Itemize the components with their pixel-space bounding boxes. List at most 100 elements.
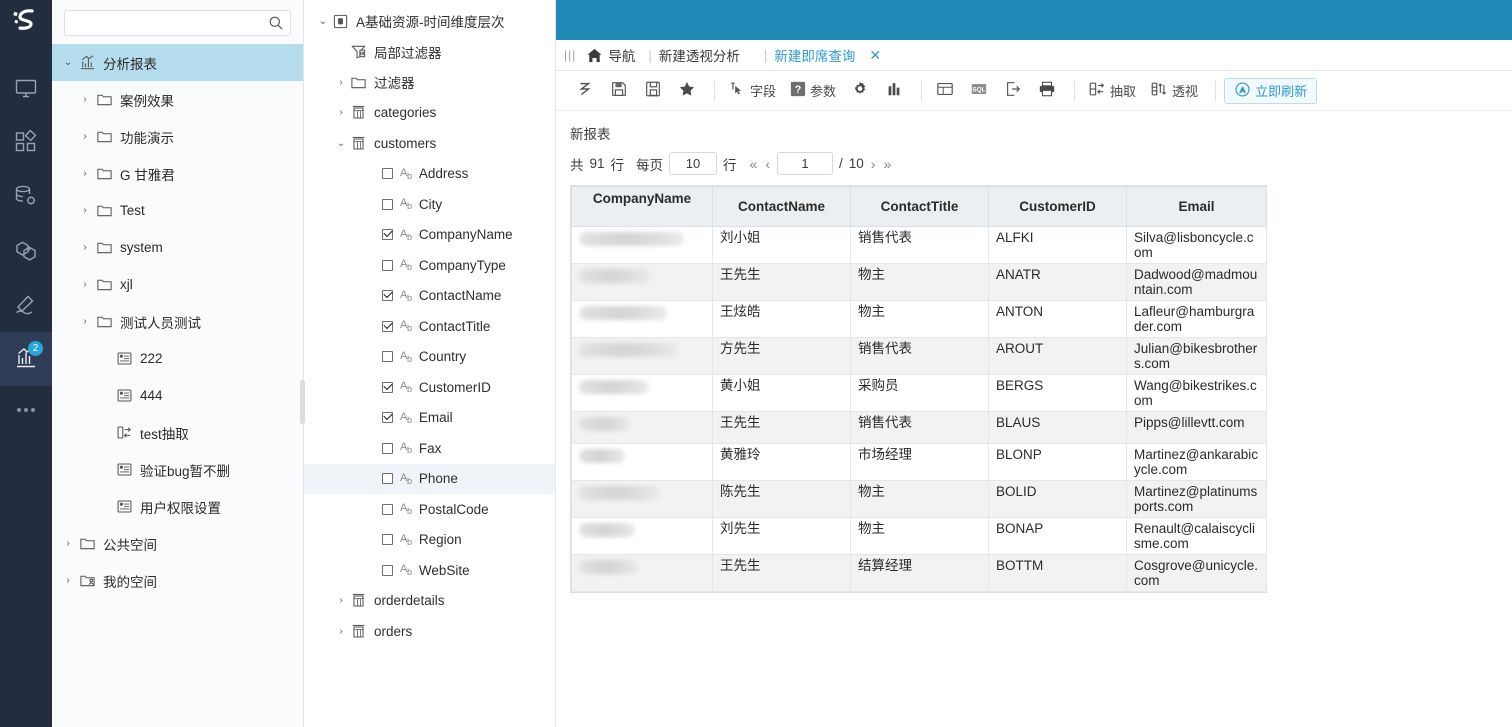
sidebar-item-tools[interactable] <box>0 278 52 332</box>
field-tree-item[interactable]: Ab Region <box>304 525 555 556</box>
chevron-right-icon[interactable]: › <box>334 626 348 637</box>
table-column-header[interactable]: CustomerID <box>988 186 1127 227</box>
field-checkbox[interactable] <box>382 198 393 210</box>
report-tree-item[interactable]: 444 <box>52 377 303 414</box>
breadcrumb-tab-adhoc[interactable]: 新建即席查询 <box>774 45 855 65</box>
field-checkbox[interactable] <box>382 564 393 576</box>
report-tree[interactable]: ⌄ 分析报表 › 案例效果 › 功能演示 › G 甘雅君 › Test › system › xjl › 测试… <box>52 44 303 727</box>
field-checkbox[interactable] <box>382 259 393 271</box>
chevron-right-icon[interactable]: › <box>60 575 76 586</box>
field-tree-item[interactable]: › categories <box>304 98 555 129</box>
home-icon[interactable] <box>586 47 603 64</box>
report-tree-item[interactable]: › xjl <box>52 266 303 303</box>
chevron-right-icon[interactable]: › <box>77 131 93 142</box>
field-checkbox[interactable] <box>382 320 393 332</box>
search-box[interactable] <box>64 10 291 36</box>
table-row[interactable]: 陈先生 物主 BOLID Martinez@platinumsports.com <box>571 480 1267 518</box>
field-tree-item[interactable]: › orders <box>304 616 555 647</box>
table-row[interactable]: 黄雅玲 市场经理 BLONP Martinez@ankarabicycle.com <box>571 443 1267 481</box>
report-tree-item[interactable]: › Test <box>52 192 303 229</box>
chevron-right-icon[interactable]: › <box>77 205 93 216</box>
save-as-icon[interactable] <box>638 76 668 106</box>
field-checkbox[interactable] <box>382 290 393 302</box>
field-checkbox[interactable] <box>382 473 393 485</box>
field-tree-item[interactable]: Ab Fax <box>304 433 555 464</box>
report-tree-item[interactable]: › G 甘雅君 <box>52 155 303 192</box>
table-row[interactable]: 王先生 结算经理 BOTTM Cosgrove@unicycle.com <box>571 554 1267 592</box>
report-tree-item[interactable]: 验证bug暂不删 <box>52 451 303 488</box>
chevron-down-icon[interactable]: ⌄ <box>60 57 76 68</box>
report-tree-item[interactable]: › 我的空间 <box>52 562 303 599</box>
sidebar-item-analysis[interactable]: 2 <box>0 332 52 386</box>
field-tree-item[interactable]: › 过滤器 <box>304 67 555 98</box>
favorite-star-icon[interactable] <box>672 76 702 106</box>
field-tree-item[interactable]: ⌄ A基础资源-时间维度层次 <box>304 6 555 37</box>
field-tree-item[interactable]: › orderdetails <box>304 586 555 617</box>
last-page-button[interactable]: » <box>882 156 892 172</box>
print-icon[interactable] <box>1032 76 1062 106</box>
parameters-button[interactable]: ? 参数 <box>785 76 841 106</box>
field-tree-item[interactable]: Ab Address <box>304 159 555 190</box>
panel-splitter-handle[interactable] <box>300 380 305 424</box>
sidebar-item-cube[interactable] <box>0 224 52 278</box>
field-checkbox[interactable] <box>382 412 393 424</box>
chevron-right-icon[interactable]: › <box>77 316 93 327</box>
chevron-right-icon[interactable]: › <box>77 242 93 253</box>
table-row[interactable]: 方先生 销售代表 AROUT Julian@bikesbrothers.com <box>571 337 1267 375</box>
report-tree-item[interactable]: › 测试人员测试 <box>52 303 303 340</box>
sidebar-item-database[interactable] <box>0 170 52 224</box>
current-page-input[interactable] <box>777 152 833 175</box>
field-tree-item[interactable]: Ab ContactName <box>304 281 555 312</box>
field-tree-item[interactable]: Ab CompanyName <box>304 220 555 251</box>
fields-button[interactable]: 字段 <box>723 76 781 106</box>
chevron-down-icon[interactable]: ⌄ <box>334 138 348 149</box>
field-checkbox[interactable] <box>382 351 393 363</box>
chevron-right-icon[interactable]: › <box>77 94 93 105</box>
close-icon[interactable]: ✕ <box>869 47 881 64</box>
chart-bar-icon[interactable] <box>879 76 909 106</box>
field-tree-item[interactable]: Ab City <box>304 189 555 220</box>
table-row[interactable]: 王炫皓 物主 ANTON Lafleur@hamburgrader.com <box>571 300 1267 338</box>
chevron-right-icon[interactable]: › <box>77 279 93 290</box>
table-row[interactable]: 刘小姐 销售代表 ALFKI Silva@lisboncycle.com <box>571 226 1267 264</box>
field-tree-item[interactable]: Ab Email <box>304 403 555 434</box>
field-checkbox[interactable] <box>382 442 393 454</box>
chevron-right-icon[interactable]: › <box>60 538 76 549</box>
sidebar-item-more[interactable] <box>0 386 52 434</box>
sidebar-item-blocks[interactable] <box>0 116 52 170</box>
table-row[interactable]: 刘先生 物主 BONAP Renault@calaiscyclisme.com <box>571 517 1267 555</box>
report-tree-item[interactable]: 用户权限设置 <box>52 488 303 525</box>
pivot-button[interactable]: 透视 <box>1145 76 1203 106</box>
report-tree-item[interactable]: 222 <box>52 340 303 377</box>
dataset-field-tree[interactable]: ⌄ A基础资源-时间维度层次 局部过滤器 › 过滤器 › categories ⌄ custom… <box>304 0 555 647</box>
table-column-header[interactable]: CompanyName <box>571 186 713 227</box>
sql-icon[interactable]: SQL <box>964 76 994 106</box>
field-checkbox[interactable] <box>382 381 393 393</box>
search-input[interactable] <box>65 11 290 35</box>
refresh-arrow-icon[interactable] <box>570 76 600 106</box>
extract-button[interactable]: 抽取 <box>1083 76 1141 106</box>
field-tree-item[interactable]: Ab WebSite <box>304 555 555 586</box>
table-column-header[interactable]: ContactTitle <box>850 186 989 227</box>
chevron-down-icon[interactable]: ⌄ <box>316 16 330 27</box>
table-row[interactable]: 王先生 销售代表 BLAUS Pipps@lillevtt.com <box>571 411 1267 444</box>
table-column-header[interactable]: ContactName <box>712 186 851 227</box>
search-icon[interactable] <box>268 15 284 34</box>
layout-icon[interactable] <box>930 76 960 106</box>
sidebar-item-monitor[interactable] <box>0 62 52 116</box>
field-tree-item[interactable]: Ab PostalCode <box>304 494 555 525</box>
report-tree-item[interactable]: ⌄ 分析报表 <box>52 44 303 81</box>
chevron-right-icon[interactable]: › <box>334 107 348 118</box>
field-checkbox[interactable] <box>382 229 393 241</box>
report-tree-item[interactable]: › system <box>52 229 303 266</box>
table-row[interactable]: 黄小姐 采购员 BERGS Wang@bikestrikes.com <box>571 374 1267 412</box>
field-tree-item[interactable]: Ab Phone <box>304 463 555 494</box>
field-tree-item[interactable]: Ab CustomerID <box>304 372 555 403</box>
table-column-header[interactable]: Email <box>1126 186 1267 227</box>
report-tree-item[interactable]: test抽取 <box>52 414 303 451</box>
table-row[interactable]: 王先生 物主 ANATR Dadwood@madmountain.com <box>571 263 1267 301</box>
chevron-right-icon[interactable]: › <box>334 595 348 606</box>
save-icon[interactable] <box>604 76 634 106</box>
chevron-right-icon[interactable]: › <box>334 77 348 88</box>
field-checkbox[interactable] <box>382 534 393 546</box>
